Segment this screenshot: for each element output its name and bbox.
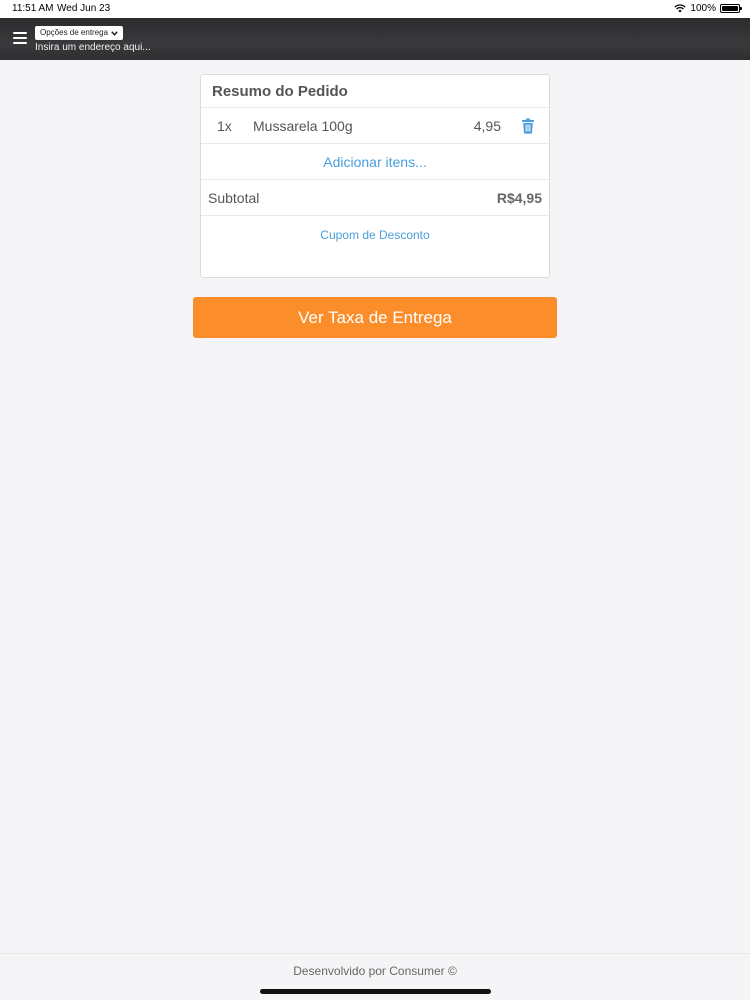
chevron-down-icon	[111, 30, 118, 36]
item-name[interactable]: Mussarela 100g	[253, 118, 353, 134]
discount-coupon-link[interactable]: Cupom de Desconto	[201, 216, 549, 254]
order-summary-title: Resumo do Pedido	[201, 75, 549, 108]
status-time: 11:51 AM	[12, 3, 54, 14]
status-date: Wed Jun 23	[57, 3, 111, 14]
subtotal-value: R$4,95	[496, 190, 542, 206]
subtotal-row: Subtotal R$4,95	[201, 180, 549, 216]
footer-credit: Desenvolvido por Consumer ©	[0, 953, 750, 987]
item-quantity: 1x	[217, 118, 232, 134]
view-delivery-fee-button[interactable]: Ver Taxa de Entrega	[193, 297, 557, 338]
subtotal-label: Subtotal	[208, 190, 260, 206]
status-bar: 11:51 AM Wed Jun 23 100%	[0, 0, 750, 18]
battery-percent: 100%	[690, 3, 716, 14]
status-right: 100%	[674, 3, 742, 14]
delivery-options-dropdown[interactable]: Opções de entrega	[35, 26, 124, 40]
order-item-row: 1x Mussarela 100g 4,95	[201, 108, 549, 144]
address-input[interactable]: Insira um endereço aqui...	[35, 42, 151, 53]
wifi-icon	[674, 4, 687, 13]
item-price: 4,95	[473, 118, 501, 134]
delivery-options-label: Opções de entrega	[40, 28, 109, 37]
add-items-link[interactable]: Adicionar itens...	[201, 144, 549, 180]
trash-icon[interactable]	[521, 118, 535, 134]
battery-icon	[720, 4, 742, 13]
order-summary-card: Resumo do Pedido 1x Mussarela 100g 4,95 …	[200, 74, 550, 278]
home-indicator[interactable]	[260, 989, 491, 994]
menu-icon[interactable]	[13, 32, 27, 44]
app-header: Opções de entrega Insira um endereço aqu…	[0, 18, 750, 60]
